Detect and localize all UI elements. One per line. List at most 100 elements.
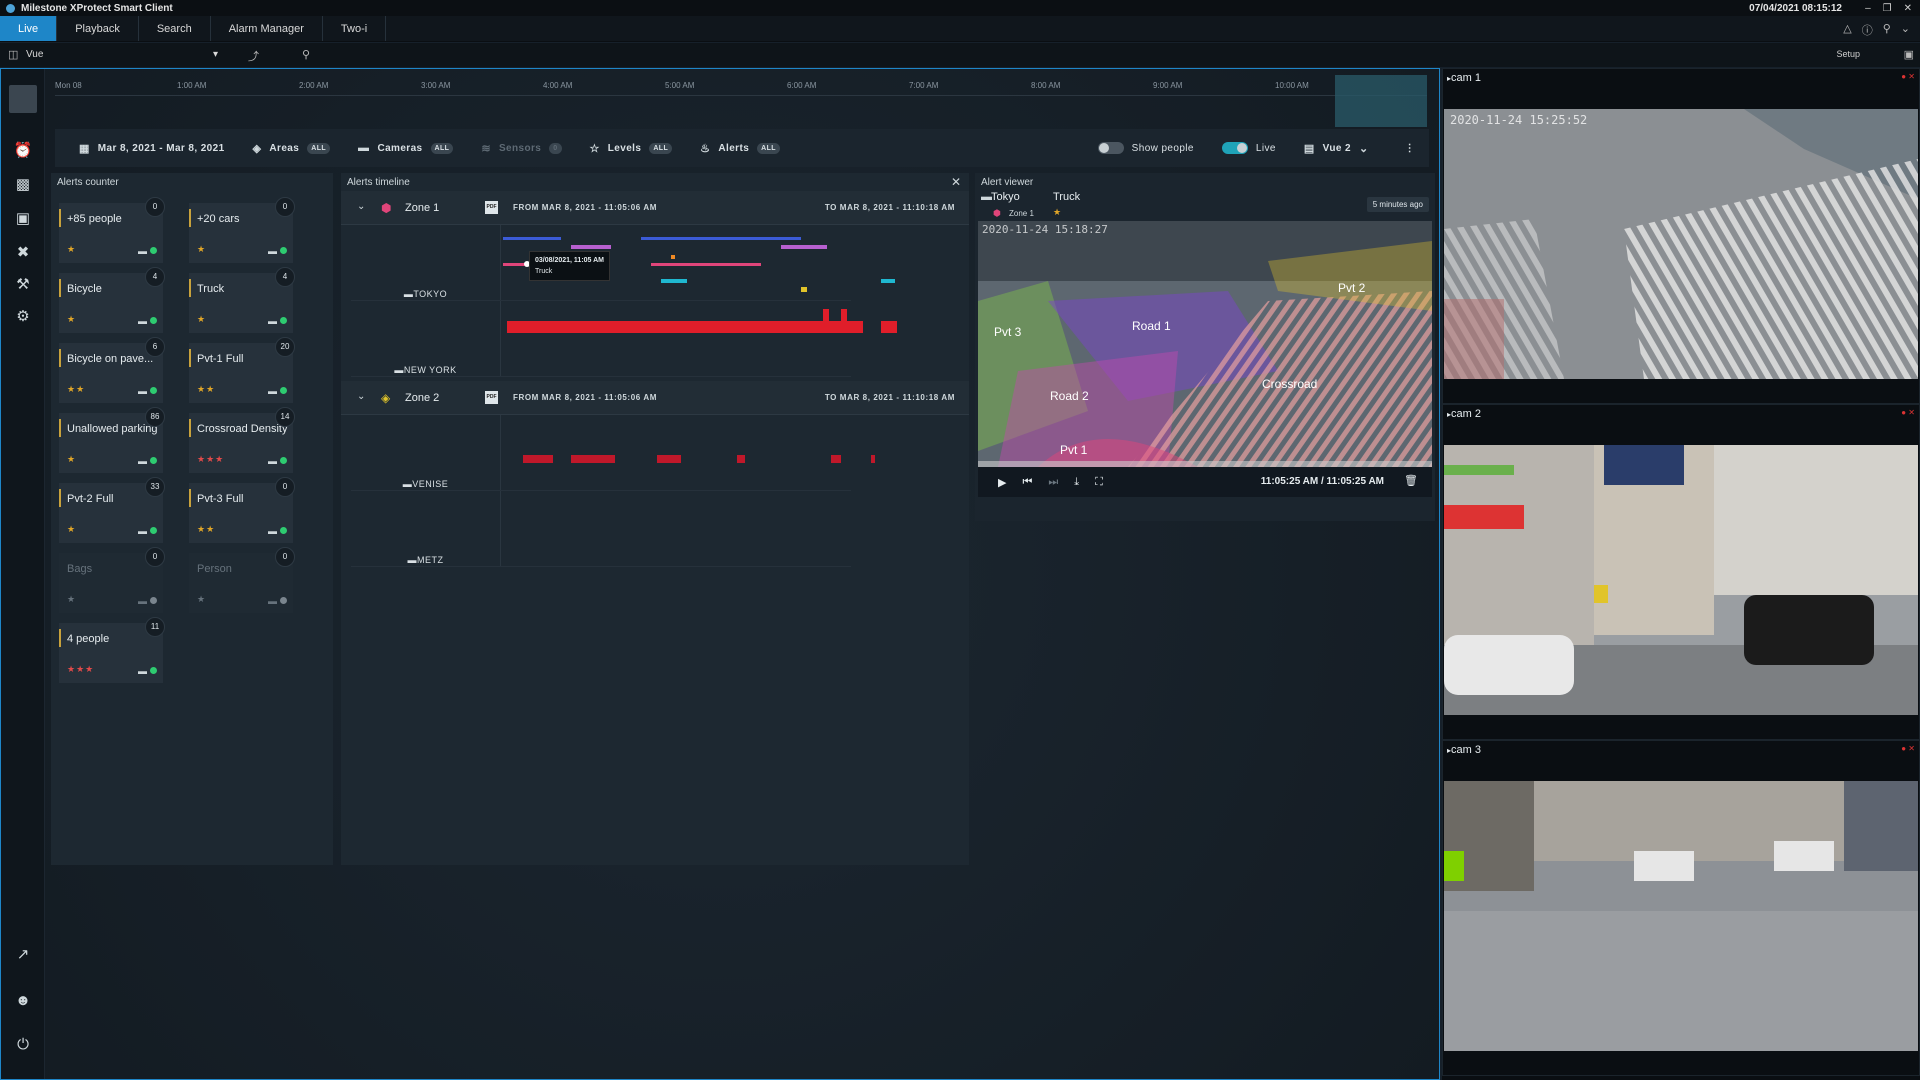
alert-card[interactable]: +85 people 0 ★ ▬ xyxy=(59,197,165,263)
show-people-switch[interactable] xyxy=(1097,142,1124,154)
alert-card[interactable]: 4 people 11 ★★★ ▬ xyxy=(59,617,165,683)
vue-select[interactable]: ▤ Vue 2 ⌄ xyxy=(1304,142,1377,155)
alert-card[interactable]: Bicycle on pave... 6 ★★ ▬ xyxy=(59,337,165,403)
levels-filter[interactable]: ☆ Levels ALL xyxy=(590,142,673,155)
setup-button[interactable]: Setup xyxy=(1836,49,1860,59)
skip-forward-icon[interactable]: ⏭ xyxy=(1048,476,1058,489)
camera-icon: ▬ xyxy=(268,386,277,396)
camera-feed[interactable]: 2020-11-24 15:25:52 xyxy=(1444,109,1918,379)
live-toggle[interactable]: Live xyxy=(1221,142,1276,154)
alert-card[interactable]: Crossroad Density 14 ★★★ ▬ xyxy=(189,407,295,473)
restore-icon[interactable]: ❐ xyxy=(1883,3,1892,14)
link-icon[interactable]: ⤴ xyxy=(248,48,259,64)
tools-icon[interactable]: ⚒ xyxy=(13,275,33,295)
minimize-icon[interactable]: – xyxy=(1865,3,1871,14)
pdf-icon[interactable]: PDF xyxy=(485,391,498,404)
close-icon[interactable]: ✕ xyxy=(951,175,961,189)
event-bar[interactable] xyxy=(781,245,827,249)
bar-chart-icon[interactable]: ▩ xyxy=(13,175,33,195)
view-select[interactable]: Vue ▾ xyxy=(26,46,224,63)
count-badge: 20 xyxy=(275,337,295,357)
fullscreen-icon[interactable]: ▣ xyxy=(1904,48,1914,61)
image-search-icon[interactable]: ▣ xyxy=(13,209,33,229)
card-stars: ★ xyxy=(197,594,207,604)
event-bar[interactable] xyxy=(841,309,847,321)
alert-card[interactable]: Pvt-1 Full 20 ★★ ▬ xyxy=(189,337,295,403)
download-icon[interactable]: ⤓ xyxy=(1074,476,1079,489)
event-bar[interactable] xyxy=(571,245,611,249)
tab-two-i[interactable]: Two-i xyxy=(323,16,387,41)
event-bar[interactable] xyxy=(507,321,863,333)
count-badge: 4 xyxy=(275,267,295,287)
event-bar[interactable] xyxy=(657,455,681,463)
alert-card[interactable]: Pvt-2 Full 33 ★ ▬ xyxy=(59,477,165,543)
alert-video[interactable]: 2020-11-24 15:18:27 Road 1 Road 2 Crossr… xyxy=(978,221,1432,467)
external-link-icon[interactable]: ↗ xyxy=(13,945,33,965)
close-icon[interactable]: ✕ xyxy=(1904,3,1912,14)
show-people-toggle[interactable]: Show people xyxy=(1097,142,1194,154)
time-ruler[interactable]: Mon 08 1:00 AM 2:00 AM 3:00 AM 4:00 AM 5… xyxy=(55,75,1427,137)
alert-viewer-title: Alert viewer xyxy=(981,177,1034,188)
alerts-filter[interactable]: ♨ Alerts ALL xyxy=(700,142,780,155)
event-bar[interactable] xyxy=(737,455,745,463)
chevron-down-icon[interactable]: ⌄ xyxy=(357,201,365,212)
expand-icon[interactable]: ⛶ xyxy=(1095,476,1103,489)
search-view-icon[interactable]: ⚲ xyxy=(302,48,310,61)
alarm-clock-icon[interactable]: ⏰ xyxy=(13,141,33,161)
sensors-filter[interactable]: ≋ Sensors 0 xyxy=(481,142,562,155)
chevron-down-icon[interactable]: ⌄ xyxy=(1901,22,1910,38)
cameras-filter[interactable]: ▬ Cameras ALL xyxy=(358,142,454,154)
date-filter[interactable]: ▦ Mar 8, 2021 - Mar 8, 2021 xyxy=(79,142,225,155)
alert-card[interactable]: Bags 0 ★ ▬ xyxy=(59,547,165,613)
camera-tile[interactable]: cam 1 ● ✕ 2020-11-24 15:25:52 xyxy=(1442,68,1920,404)
zone-row[interactable]: ⌄ ⬢ Zone 1 PDF FROM MAR 8, 2021 - 11:05:… xyxy=(341,191,969,225)
alert-card[interactable]: +20 cars 0 ★ ▬ xyxy=(189,197,295,263)
left-nav: ⏰ ▩ ▣ ✖ ⚒ ⚙ ↗ ☻ ⏻ xyxy=(1,69,45,1079)
event-bar[interactable] xyxy=(801,287,807,292)
event-bar[interactable] xyxy=(503,237,561,240)
power-icon[interactable]: ⏻ xyxy=(13,1035,33,1055)
more-vert-icon[interactable]: ⋮ xyxy=(1405,143,1415,154)
view-toggle-icon[interactable]: ◫ xyxy=(8,48,18,61)
alert-card[interactable]: Person 0 ★ ▬ xyxy=(189,547,295,613)
gear-icon[interactable]: ⚙ xyxy=(13,307,33,327)
alert-card[interactable]: Unallowed parking 86 ★ ▬ xyxy=(59,407,165,473)
event-bar[interactable] xyxy=(671,255,675,259)
alert-card[interactable]: Truck 4 ★ ▬ xyxy=(189,267,295,333)
alert-card[interactable]: Pvt-3 Full 0 ★★ ▬ xyxy=(189,477,295,543)
event-bar[interactable] xyxy=(641,237,801,240)
user-icon[interactable]: ☻ xyxy=(13,991,33,1011)
event-bar[interactable] xyxy=(823,309,829,321)
event-bar[interactable] xyxy=(831,455,841,463)
camera-tile[interactable]: cam 2 ● ✕ xyxy=(1442,404,1920,740)
pdf-icon[interactable]: PDF xyxy=(485,201,498,214)
tab-playback[interactable]: Playback xyxy=(57,16,139,41)
areas-filter[interactable]: ◈ Areas ALL xyxy=(253,142,331,155)
help-icon[interactable]: ⓘ xyxy=(1862,22,1873,38)
alert-card[interactable]: Bicycle 4 ★ ▬ xyxy=(59,267,165,333)
crossed-tools-icon[interactable]: ✖ xyxy=(13,243,33,263)
event-bar[interactable] xyxy=(881,321,897,333)
more-menu[interactable]: ⋮ xyxy=(1405,143,1415,154)
event-bar[interactable] xyxy=(881,279,895,283)
event-bar[interactable] xyxy=(661,279,687,283)
camera-icon[interactable]: △ xyxy=(1843,22,1851,38)
camera-feed[interactable] xyxy=(1444,445,1918,715)
camera-feed[interactable] xyxy=(1444,781,1918,1051)
skip-back-icon[interactable]: ⏮ xyxy=(1022,476,1032,489)
camera-label: cam 3 xyxy=(1447,744,1481,756)
event-bar[interactable] xyxy=(871,455,875,463)
tab-live[interactable]: Live xyxy=(0,16,58,41)
tab-alarm-manager[interactable]: Alarm Manager xyxy=(211,16,323,41)
chevron-down-icon[interactable]: ⌄ xyxy=(357,391,365,402)
camera-tile[interactable]: cam 3 ● ✕ xyxy=(1442,740,1920,1076)
trash-icon[interactable]: 🗑 xyxy=(1404,474,1418,487)
event-bar[interactable] xyxy=(523,455,553,463)
avatar[interactable] xyxy=(9,85,37,113)
live-switch[interactable] xyxy=(1221,142,1248,154)
tab-search[interactable]: Search xyxy=(139,16,211,41)
event-bar[interactable] xyxy=(571,455,615,463)
play-icon[interactable]: ▶ xyxy=(998,476,1006,489)
pin-icon[interactable]: ⚲ xyxy=(1883,22,1891,38)
event-bar[interactable] xyxy=(651,263,761,266)
